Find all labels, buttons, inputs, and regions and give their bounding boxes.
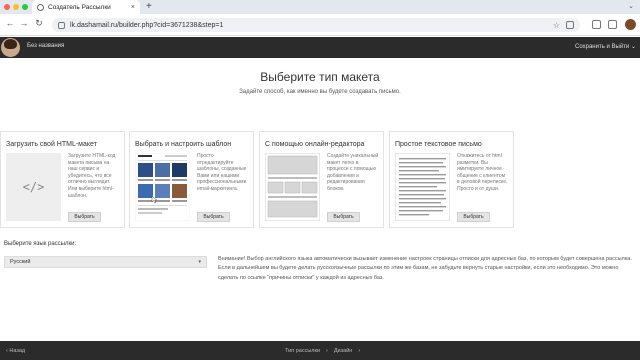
template-preview bbox=[135, 153, 190, 221]
wizard-footer: ‹ Назад Тип рассылки › Дизайн › bbox=[0, 341, 640, 360]
layout-card-text[interactable]: Простое текстовое письмо Откажитесь от h… bbox=[389, 131, 514, 228]
card-title: Простое текстовое письмо bbox=[395, 141, 482, 148]
layout-card-template[interactable]: Выбрать и настроить шаблон Просто отреда… bbox=[129, 131, 254, 228]
card-description: Откажитесь от html разметки. Вы имитируе… bbox=[457, 153, 508, 192]
code-icon: </> bbox=[6, 153, 61, 221]
step-separator-icon: › bbox=[358, 348, 361, 354]
page-subtitle: Задайте способ, как именно вы будете соз… bbox=[239, 89, 401, 95]
choose-html-button[interactable]: Выбрать bbox=[68, 212, 101, 222]
language-select[interactable]: Русский ▾ bbox=[4, 256, 207, 268]
bookmark-star-icon[interactable]: ☆ bbox=[553, 21, 560, 30]
wizard-steps: Тип рассылки › Дизайн › bbox=[285, 348, 360, 354]
address-bar[interactable]: lk.dashamail.ru/builder.php?cid=3671238&… bbox=[52, 18, 580, 32]
save-exit-label: Сохранить и Выйти bbox=[575, 44, 630, 50]
card-description: Создайте уникальный макет легко в процес… bbox=[327, 153, 379, 192]
browser-tabstrip: Создатель Рассылки × + ⌄ bbox=[0, 0, 640, 14]
page-title: Выберите тип макета bbox=[260, 70, 380, 84]
save-and-exit-button[interactable]: Сохранить и Выйти ⌄ bbox=[575, 43, 636, 50]
card-description: Загрузите HTML-код макета письма на наш … bbox=[68, 153, 116, 199]
tab-close-icon[interactable]: × bbox=[131, 4, 135, 11]
extensions-icon[interactable] bbox=[592, 20, 601, 29]
layout-card-editor[interactable]: С помощью онлайн-редактора Создайте уник… bbox=[259, 131, 384, 228]
language-label: Выберите язык рассылки: bbox=[4, 241, 77, 247]
choose-template-button[interactable]: Выбрать bbox=[197, 212, 230, 222]
chevron-down-icon: ⌄ bbox=[630, 44, 636, 50]
sidebar-icon[interactable] bbox=[608, 20, 617, 29]
extension-icon[interactable] bbox=[566, 21, 574, 29]
code-icon-glyph: </> bbox=[22, 180, 45, 194]
language-warning: Внимание! Выбор английского языка автома… bbox=[218, 256, 632, 281]
site-info-icon[interactable] bbox=[58, 21, 65, 29]
language-value: Русский bbox=[10, 259, 31, 265]
choose-text-button[interactable]: Выбрать bbox=[457, 212, 490, 222]
forward-arrow-icon[interactable]: → bbox=[18, 18, 30, 28]
choose-editor-button[interactable]: Выбрать bbox=[327, 212, 360, 222]
reload-icon[interactable]: ↻ bbox=[33, 18, 45, 29]
close-window-dot[interactable] bbox=[4, 4, 10, 10]
tab-title: Создатель Рассылки bbox=[48, 3, 111, 11]
zoom-window-dot[interactable] bbox=[22, 4, 28, 10]
layout-card-html[interactable]: Загрузить свой HTML-макет </> Загрузите … bbox=[0, 131, 125, 228]
minimize-window-dot[interactable] bbox=[13, 4, 19, 10]
step-layout-type[interactable]: Тип рассылки bbox=[285, 348, 320, 354]
profile-avatar-icon[interactable] bbox=[625, 19, 636, 30]
back-button[interactable]: ‹ Назад bbox=[6, 348, 25, 354]
app-header: Без названия Сохранить и Выйти ⌄ bbox=[0, 37, 640, 58]
card-description: Просто отредактируйте шаблоны, созданные… bbox=[197, 153, 247, 192]
back-arrow-icon[interactable]: ← bbox=[4, 18, 16, 28]
step-separator-icon: › bbox=[325, 348, 328, 354]
user-avatar[interactable] bbox=[1, 38, 20, 57]
editor-preview bbox=[265, 153, 320, 221]
step-design[interactable]: Дизайн bbox=[334, 348, 353, 354]
chevron-down-icon: ▾ bbox=[198, 259, 201, 265]
tab-menu-icon[interactable]: ⌄ bbox=[628, 2, 634, 10]
card-title: С помощью онлайн-редактора bbox=[265, 141, 365, 148]
browser-toolbar: ← → ↻ lk.dashamail.ru/builder.php?cid=36… bbox=[0, 14, 640, 36]
globe-icon bbox=[37, 3, 44, 11]
text-letter-preview bbox=[395, 153, 450, 221]
document-name[interactable]: Без названия bbox=[27, 43, 64, 49]
card-title: Загрузить свой HTML-макет bbox=[6, 141, 97, 148]
browser-tab[interactable]: Создатель Рассылки × bbox=[32, 0, 140, 14]
url-text: lk.dashamail.ru/builder.php?cid=3671238&… bbox=[70, 21, 224, 29]
new-tab-icon[interactable]: + bbox=[146, 1, 152, 12]
card-title: Выбрать и настроить шаблон bbox=[135, 141, 232, 148]
